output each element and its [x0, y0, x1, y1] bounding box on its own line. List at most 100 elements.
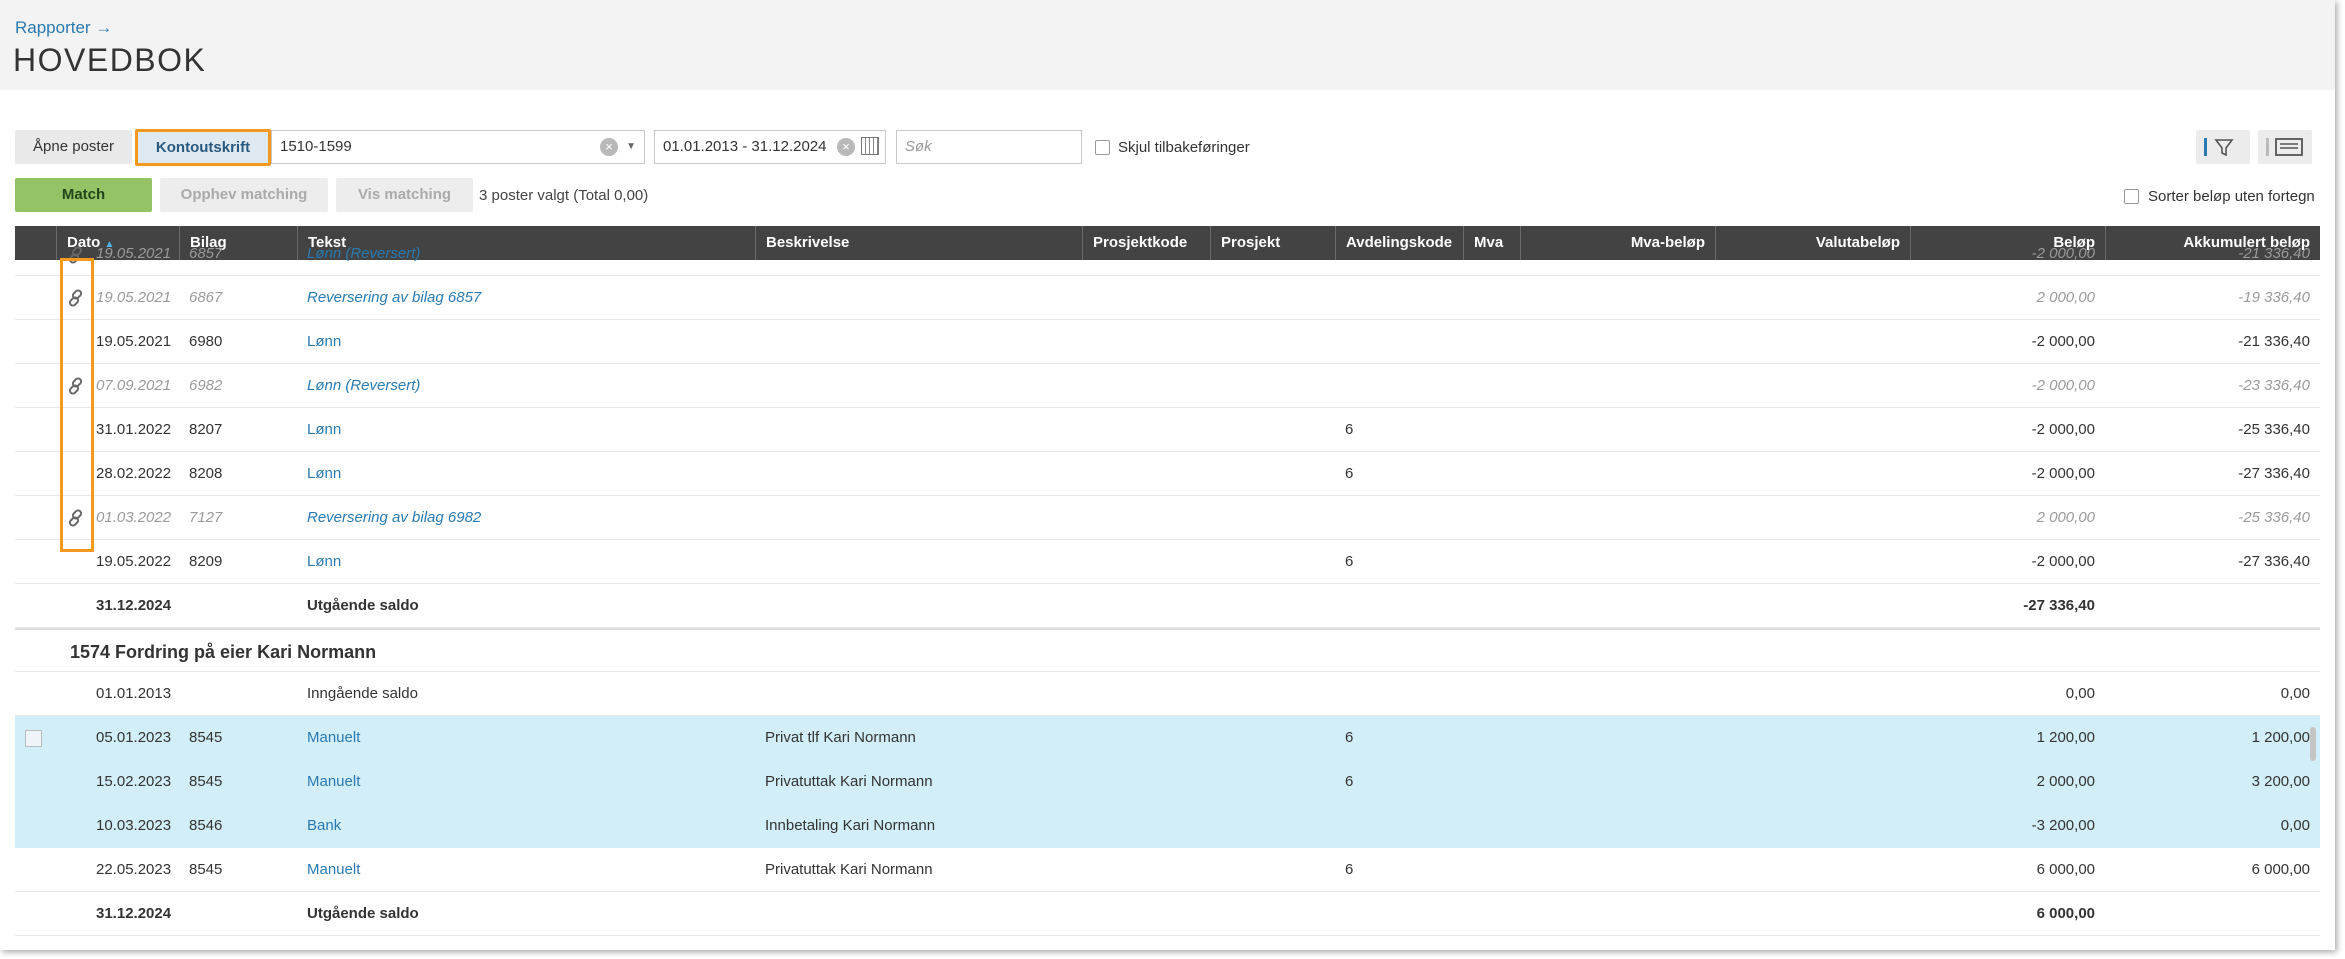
cell-bilag: 6867 [189, 289, 223, 306]
table-row[interactable]: 01.03.2022 7127 Reversering av bilag 6982 2… [15, 496, 2320, 540]
cell-avdelingskode [1335, 276, 1463, 319]
note-icon[interactable] [25, 730, 42, 747]
cell-belop: 2 000,00 [2036, 289, 2095, 306]
cell-beskrivelse: Innbetaling Kari Normann [765, 817, 936, 834]
cell-tekst[interactable]: Lønn [297, 408, 755, 451]
cell-tekst[interactable]: Lønn (Reversert) [297, 364, 755, 407]
cell-tekst[interactable]: Bank [297, 804, 755, 847]
cell-belop: -2 000,00 [2031, 245, 2095, 262]
cell-dato: 05.01.2023 [96, 729, 172, 746]
section2-rows: 05.01.2023 8545 Manuelt Privat tlf Kari Nor… [15, 716, 2320, 892]
match-button[interactable]: Match [15, 178, 152, 212]
cell-dato: 19.05.2021 [96, 289, 172, 306]
cell-tekst[interactable]: Lønn [297, 452, 755, 495]
table-row[interactable]: 22.05.2023 8545 Manuelt Privatuttak Kari No… [15, 848, 2320, 892]
cell-dato: 10.03.2023 [96, 817, 172, 834]
cell-avdelingskode [1335, 364, 1463, 407]
comment-view-button[interactable] [2258, 130, 2312, 164]
table-row[interactable]: 19.05.2022 8209 Lønn 6 -2 000,00 -27 336,40 [15, 540, 2320, 584]
app-window: Rapporter → HOVEDBOK Åpne poster Kontout… [0, 0, 2335, 950]
date-range-input[interactable]: 01.01.2013 - 31.12.2024 × [654, 130, 886, 164]
table-row[interactable]: 15.02.2023 8545 Manuelt Privatuttak Kari No… [15, 760, 2320, 804]
cell-beskrivelse: Privatuttak Kari Normann [765, 861, 933, 878]
cell-avdelingskode: 6 [1345, 773, 1354, 790]
cell-avdelingskode: 6 [1345, 465, 1354, 482]
cell-tekst[interactable]: Manuelt [297, 716, 755, 759]
cell-avdelingskode: 6 [1345, 861, 1354, 878]
table-row[interactable]: 31.01.2022 8207 Lønn 6 -2 000,00 -25 336,40 [15, 408, 2320, 452]
cell-belop: -27 336,40 [2023, 597, 2095, 614]
cell-tekst[interactable]: Reversering av bilag 6982 [297, 496, 755, 539]
cell-dato: 31.12.2024 [96, 597, 172, 614]
page-title: HOVEDBOK [13, 42, 207, 78]
hide-reversals-checkbox[interactable] [1095, 140, 1110, 155]
cell-dato: 01.03.2022 [96, 509, 172, 526]
cell-tekst[interactable]: Lønn [297, 540, 755, 583]
cell-akkumulert: -27 336,40 [2238, 465, 2310, 482]
cell-tekst[interactable]: Reversering av bilag 6857 [297, 276, 755, 319]
cell-tekst[interactable]: Manuelt [297, 848, 755, 891]
account-statement-button[interactable]: Kontoutskrift [135, 129, 271, 166]
cell-belop: -2 000,00 [2031, 421, 2095, 438]
table-row[interactable]: 19.05.2021 6857 Lønn (Reversert) -2 000,00-… [15, 245, 2320, 276]
sort-unsigned-checkbox[interactable] [2124, 189, 2139, 204]
cell-avdelingskode [1335, 320, 1463, 363]
cell-belop: -2 000,00 [2031, 465, 2095, 482]
cell-bilag: 8545 [189, 773, 223, 790]
action-toolbar: Match Opphev matching Vis matching 3 pos… [15, 178, 2335, 214]
cell-belop: 1 200,00 [2036, 729, 2095, 746]
cell-tekst[interactable]: Lønn (Reversert) [297, 232, 755, 276]
clear-icon[interactable]: × [837, 138, 855, 156]
opening-balance-row[interactable]: 01.01.2013 Inngående saldo 0,00 0,00 [15, 672, 2320, 716]
cell-akkumulert: -27 336,40 [2238, 553, 2310, 570]
sort-unsigned-label: Sorter beløp uten fortegn [2148, 188, 2315, 205]
hide-reversals-label: Skjul tilbakeføringer [1118, 139, 1250, 156]
cell-tekst: Inngående saldo [307, 685, 418, 702]
cell-bilag: 6857 [189, 245, 223, 262]
closing-balance-row[interactable]: 31.12.2024 Utgående saldo 6 000,00 [15, 892, 2320, 936]
account-group-header[interactable]: 1574 Fordring på eier Kari Normann [15, 628, 2320, 672]
page-header: Rapporter → HOVEDBOK [0, 0, 2335, 90]
cell-dato: 28.02.2022 [96, 465, 172, 482]
cell-avdelingskode: 6 [1345, 421, 1354, 438]
section1-rows: 19.05.2021 6857 Lønn (Reversert) -2 000,00 -… [15, 245, 2320, 584]
cell-bilag: 8545 [189, 861, 223, 878]
table-row[interactable]: 07.09.2021 6982 Lønn (Reversert) -2 000,00 -… [15, 364, 2320, 408]
closing-balance-row[interactable]: 31.12.2024 Utgående saldo -27 336,40 [15, 584, 2320, 628]
cell-dato: 22.05.2023 [96, 861, 172, 878]
cell-avdelingskode [1335, 232, 1463, 276]
cell-belop: 0,00 [2065, 685, 2095, 702]
scrollbar-thumb[interactable] [2310, 727, 2316, 761]
cell-belop: 6 000,00 [2036, 905, 2095, 922]
cell-bilag: 8209 [189, 553, 223, 570]
cell-avdelingskode: 6 [1345, 729, 1354, 746]
cell-akkumulert: -25 336,40 [2238, 509, 2310, 526]
table-row[interactable]: 10.03.2023 8546 Bank Innbetaling Kari Norma… [15, 804, 2320, 848]
account-range-input[interactable]: 1510-1599 × ▼ [271, 130, 645, 164]
breadcrumb[interactable]: Rapporter → [15, 18, 112, 38]
show-matching-button[interactable]: Vis matching [336, 178, 473, 212]
cell-dato: 07.09.2021 [96, 377, 172, 394]
filter-icon [2204, 138, 2234, 157]
table-row[interactable]: 28.02.2022 8208 Lønn 6 -2 000,00 -27 336,40 [15, 452, 2320, 496]
clear-icon[interactable]: × [600, 138, 618, 156]
filter-button[interactable] [2196, 130, 2250, 164]
open-items-button[interactable]: Åpne poster [15, 130, 132, 164]
cell-tekst: Utgående saldo [307, 597, 419, 614]
cell-akkumulert: 0,00 [2280, 817, 2310, 834]
cell-belop: -2 000,00 [2031, 333, 2095, 350]
cell-bilag: 7127 [189, 509, 223, 526]
comment-icon [2266, 138, 2303, 156]
search-input[interactable]: Søk [896, 130, 1082, 164]
cell-akkumulert: -23 336,40 [2238, 377, 2310, 394]
table-row[interactable]: 19.05.2021 6867 Reversering av bilag 6857 2… [15, 276, 2320, 320]
chevron-down-icon[interactable]: ▼ [626, 131, 636, 163]
cell-dato: 19.05.2022 [96, 553, 172, 570]
table-row[interactable]: 19.05.2021 6980 Lønn -2 000,00 -21 336,40 [15, 320, 2320, 364]
calendar-icon[interactable] [861, 137, 879, 155]
unmatch-button[interactable]: Opphev matching [160, 178, 328, 212]
table-row[interactable]: 05.01.2023 8545 Manuelt Privat tlf Kari Nor… [15, 716, 2320, 760]
account-range-value: 1510-1599 [280, 138, 352, 155]
cell-tekst[interactable]: Manuelt [297, 760, 755, 803]
cell-tekst[interactable]: Lønn [297, 320, 755, 363]
